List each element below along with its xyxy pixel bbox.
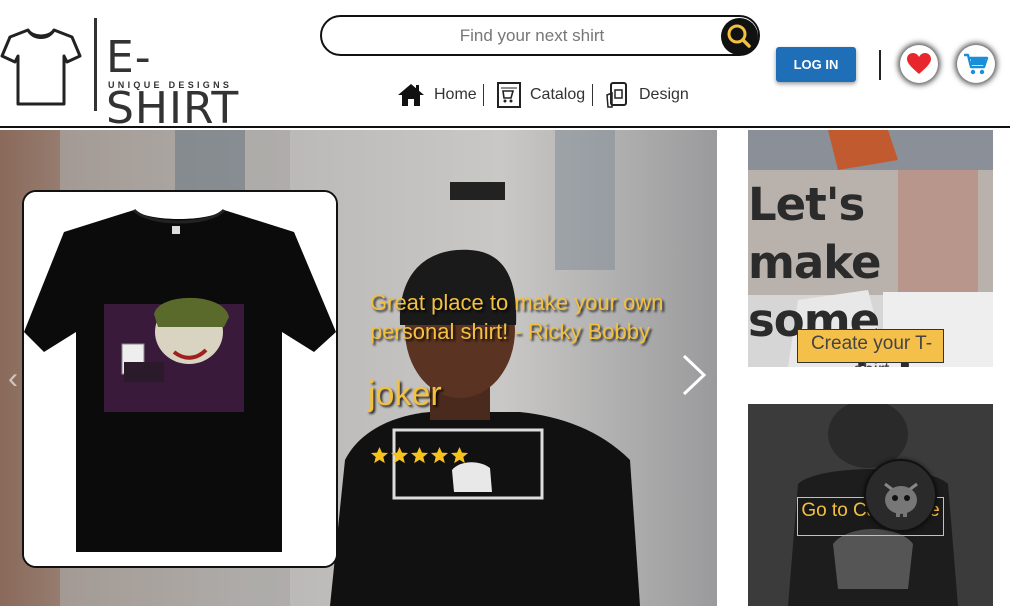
chat-assistant-button[interactable] (864, 459, 937, 532)
nav-divider (483, 84, 484, 106)
testimonial-quote: Great place to make your own personal sh… (370, 290, 664, 344)
robot-icon (883, 482, 918, 517)
search-icon (727, 24, 751, 48)
logo-divider (94, 18, 97, 111)
nav-item-home[interactable]: Home (396, 80, 477, 110)
site-header: E-SHIRT UNIQUE DESIGNS Home (0, 0, 1010, 134)
catalog-icon (497, 82, 521, 108)
create-tshirt-button[interactable]: Create your T-shirt (797, 329, 944, 367)
cart-icon (964, 53, 989, 75)
product-card[interactable] (22, 190, 338, 568)
nav-item-label: Home (434, 86, 477, 103)
nav-item-design[interactable]: Design (605, 80, 689, 110)
nav-item-catalog[interactable]: Catalog (496, 80, 585, 110)
star-icon (450, 446, 469, 464)
create-promo-panel: Let's make some magic! Create your T-shi… (748, 130, 993, 367)
page: E-SHIRT UNIQUE DESIGNS Home (0, 0, 1010, 606)
nav-item-label: Design (639, 86, 689, 103)
hero-carousel: ‹ Great place to make your own personal … (0, 130, 717, 606)
logo[interactable]: E-SHIRT UNIQUE DESIGNS (0, 18, 280, 134)
star-icon (370, 446, 389, 464)
login-button[interactable]: LOG IN (776, 47, 856, 82)
star-icon (410, 446, 429, 464)
favorites-button[interactable] (900, 45, 938, 83)
create-tshirt-label: Create your T-shirt (810, 333, 933, 367)
search-bar (320, 15, 760, 56)
search-button[interactable] (721, 18, 758, 55)
header-divider (879, 50, 881, 80)
carousel-next-icon[interactable] (676, 352, 710, 398)
nav-item-label: Catalog (530, 86, 586, 103)
product-image (24, 192, 336, 566)
rating-stars (370, 446, 469, 465)
star-icon (430, 446, 449, 464)
star-icon (390, 446, 409, 464)
home-icon (398, 84, 424, 106)
tshirt-logo-icon (0, 28, 82, 106)
product-name: joker (368, 375, 442, 413)
nav-divider (592, 84, 593, 106)
cart-button[interactable] (957, 45, 995, 83)
design-icon (606, 82, 627, 108)
heart-icon (907, 53, 931, 74)
carousel-prev-icon[interactable]: ‹ (8, 362, 18, 396)
search-input[interactable] (342, 23, 722, 49)
brand-tagline: UNIQUE DESIGNS (108, 80, 233, 90)
